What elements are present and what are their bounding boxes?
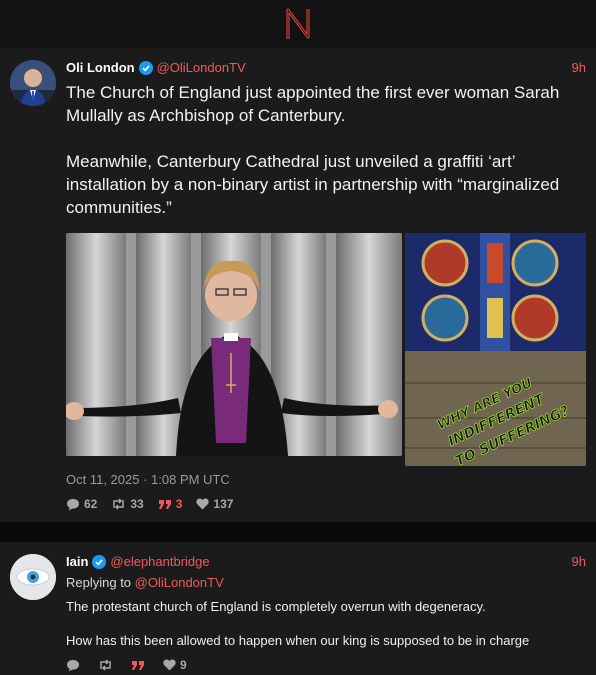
reply-stat[interactable]: 62 (66, 497, 97, 511)
retweet-stat[interactable]: 33 (111, 497, 144, 511)
author-name[interactable]: Oli London (66, 60, 135, 75)
like-count: 137 (213, 497, 234, 511)
tweet-header: Oli London @OliLondonTV (66, 60, 246, 75)
replying-to: Replying to @OliLondonTV (66, 575, 224, 590)
tweet-main: Oli London @OliLondonTV 9h The Church of… (0, 48, 596, 522)
replying-label: Replying to (66, 575, 132, 590)
reply-count: 62 (84, 497, 98, 511)
quote-icon (132, 660, 144, 670)
media-photo-archbishop[interactable] (66, 233, 402, 456)
author-name[interactable]: Iain (66, 554, 88, 569)
quote-stat[interactable] (131, 660, 149, 671)
like-count: 9 (180, 658, 187, 672)
verified-badge-icon (138, 60, 153, 75)
avatar[interactable] (10, 60, 56, 106)
top-bar (0, 0, 596, 48)
comment-icon (67, 659, 79, 671)
tweet-header: Iain @elephantbridge (66, 554, 210, 569)
tweet-media: WHY ARE YOU INDIFFERENT TO SUFFERING? (66, 233, 586, 466)
comment-icon (67, 498, 79, 510)
n-logo-icon[interactable] (284, 6, 312, 42)
quote-icon (158, 499, 171, 509)
tweet-date[interactable]: Oct 11, 2025 · 1:08 PM UTC (66, 472, 230, 487)
tweet-stats: 9 (66, 658, 201, 672)
separator (0, 522, 596, 542)
heart-icon (163, 659, 176, 671)
like-stat[interactable]: 137 (196, 497, 233, 511)
quote-count: 3 (175, 497, 183, 511)
replying-handle[interactable]: @OliLondonTV (135, 575, 224, 590)
author-handle[interactable]: @elephantbridge (110, 554, 209, 569)
author-handle[interactable]: @OliLondonTV (157, 60, 246, 75)
retweet-stat[interactable] (98, 659, 117, 671)
quote-stat[interactable]: 3 (158, 497, 183, 511)
media-photo-cathedral[interactable]: WHY ARE YOU INDIFFERENT TO SUFFERING? (405, 233, 586, 466)
verified-badge-icon (92, 554, 107, 569)
retweet-count: 33 (130, 497, 144, 511)
tweet-text: The protestant church of England is comp… (66, 599, 530, 648)
tweet-stats: 62 33 3 137 (66, 497, 247, 511)
avatar[interactable] (10, 554, 56, 600)
retweet-icon (100, 659, 111, 671)
tweet-text: The Church of England just appointed the… (66, 83, 560, 217)
heart-icon (196, 498, 210, 510)
tweet-time[interactable]: 9h (572, 60, 586, 75)
tweet-reply: Iain @elephantbridge 9h Replying to @Oli… (0, 542, 596, 675)
like-stat[interactable]: 9 (163, 658, 187, 672)
retweet-icon (113, 498, 125, 510)
reply-stat[interactable] (66, 659, 84, 672)
tweet-time[interactable]: 9h (572, 554, 586, 569)
